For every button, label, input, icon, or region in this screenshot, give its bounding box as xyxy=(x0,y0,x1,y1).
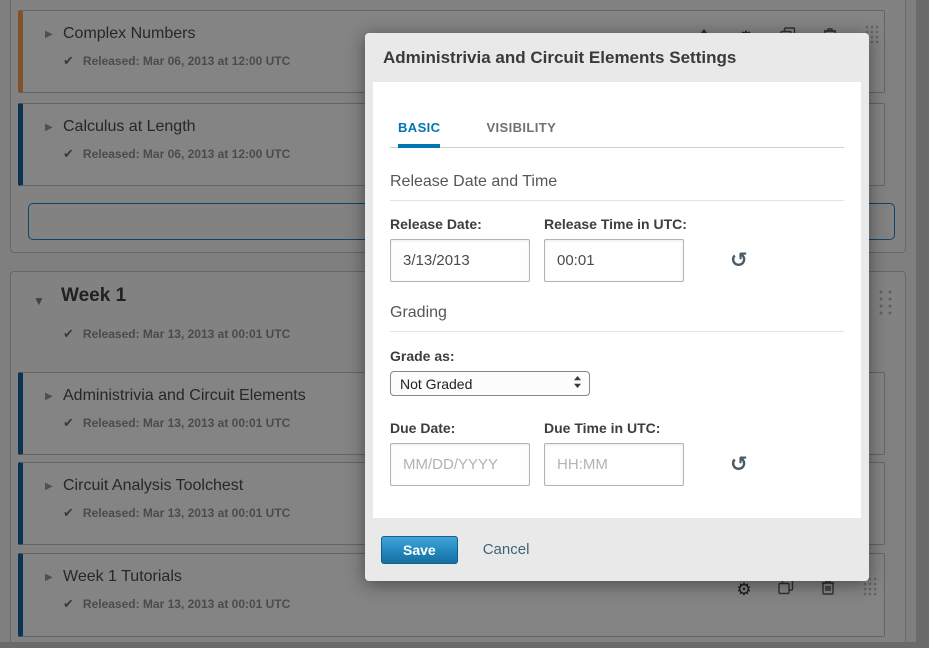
grade-as-value: Not Graded xyxy=(400,376,472,392)
reset-due-icon[interactable]: ↺ xyxy=(730,454,748,475)
modal-title: Administrivia and Circuit Elements Setti… xyxy=(365,33,869,82)
grading-group-heading: Grading xyxy=(390,304,844,332)
modal-tabs: BASIC VISIBILITY xyxy=(390,120,844,148)
release-time-input[interactable] xyxy=(544,239,684,282)
due-date-label: Due Date: xyxy=(390,420,544,436)
tab-basic[interactable]: BASIC xyxy=(398,120,440,148)
due-time-input[interactable] xyxy=(544,443,684,486)
modal-footer: Save Cancel xyxy=(373,518,861,581)
save-button[interactable]: Save xyxy=(381,536,458,564)
release-time-label: Release Time in UTC: xyxy=(544,216,687,232)
subsection-settings-modal: Administrivia and Circuit Elements Setti… xyxy=(365,33,869,581)
due-time-label: Due Time in UTC: xyxy=(544,420,660,436)
grade-as-label: Grade as: xyxy=(390,348,455,364)
modal-body: BASIC VISIBILITY Release Date and Time R… xyxy=(373,82,861,518)
due-date-input[interactable] xyxy=(390,443,530,486)
release-date-input[interactable] xyxy=(390,239,530,282)
cancel-link[interactable]: Cancel xyxy=(483,541,530,558)
tab-visibility[interactable]: VISIBILITY xyxy=(486,120,556,148)
select-arrows-icon xyxy=(573,375,582,392)
reset-release-icon[interactable]: ↺ xyxy=(730,250,748,271)
grade-as-select[interactable]: Not Graded xyxy=(390,371,590,396)
release-group-heading: Release Date and Time xyxy=(390,173,844,201)
release-date-label: Release Date: xyxy=(390,216,544,232)
